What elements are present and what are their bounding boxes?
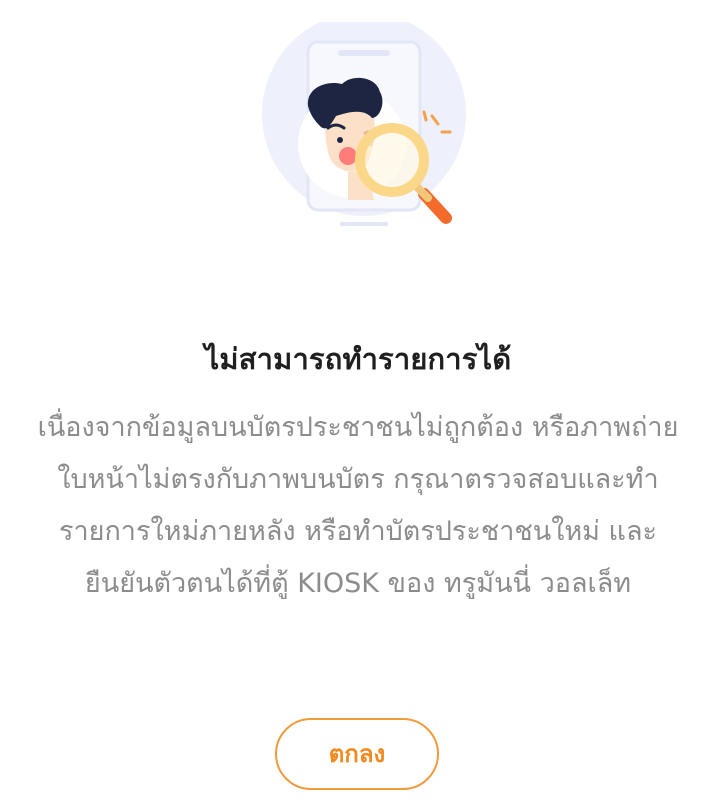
magnifier-icon bbox=[355, 123, 429, 197]
ok-button[interactable]: ตกลง bbox=[275, 718, 439, 790]
dialog-title: ไม่สามารถทำรายการได้ bbox=[204, 342, 512, 376]
dialog-message: เนื่องจากข้อมูลบนบัตรประชาชนไม่ถูกต้อง ห… bbox=[37, 412, 679, 599]
face-verification-illustration bbox=[256, 12, 472, 234]
